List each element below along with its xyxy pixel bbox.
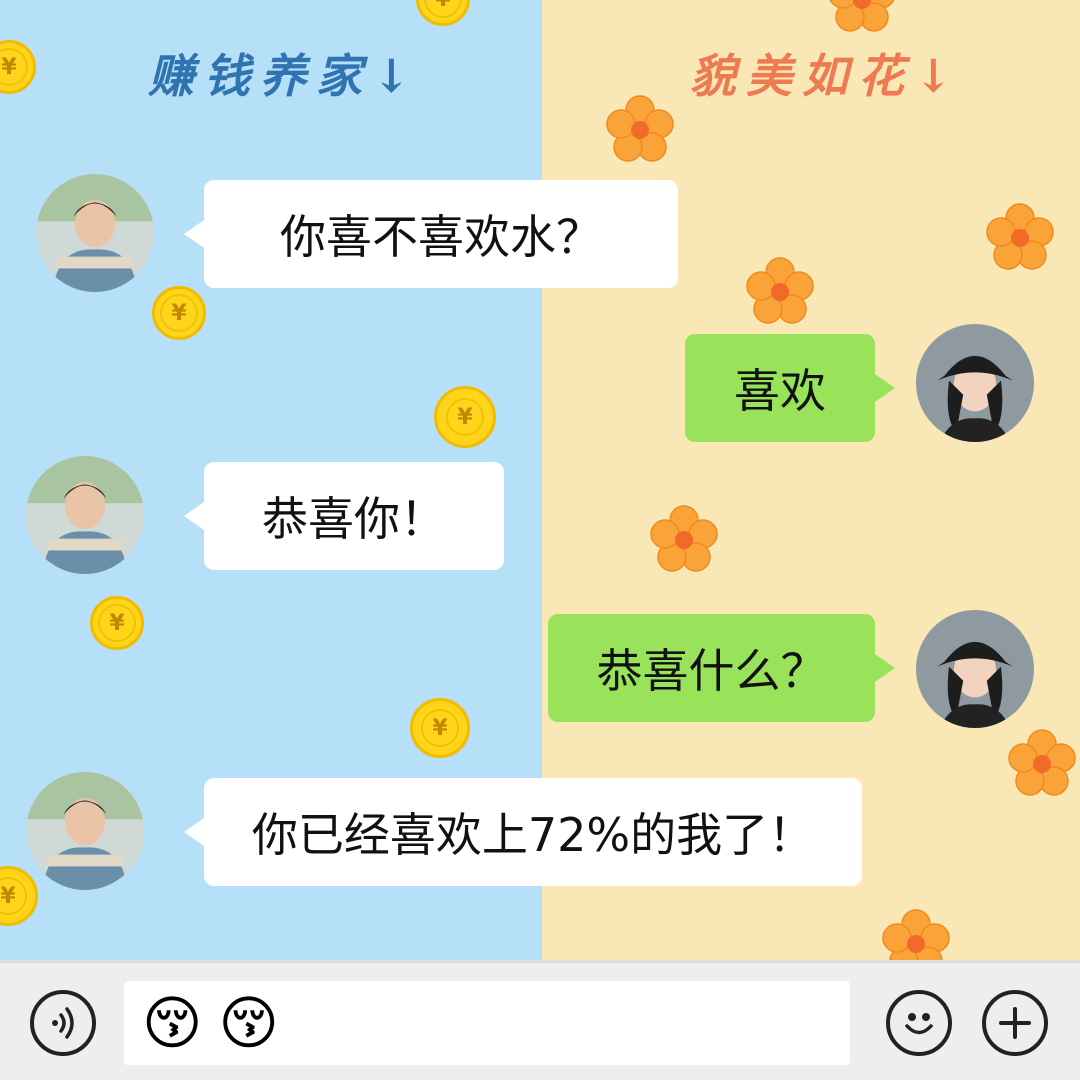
yuan-coin-icon: ¥ (90, 596, 144, 650)
message-text: 恭喜什么？ (596, 644, 827, 698)
message-text: 你已经喜欢上72%的我了！ (251, 808, 815, 862)
message-bubble[interactable]: 你喜不喜欢水？ (184, 180, 678, 288)
orange-flower-icon (606, 95, 674, 162)
orange-flower-icon (650, 505, 718, 572)
message-bubble[interactable]: 恭喜什么？ (548, 614, 895, 722)
chat-input-bar: 😚 😚 (0, 960, 1080, 1080)
kissing-emoji: 😚 (218, 989, 279, 1057)
smiley-icon[interactable] (886, 990, 952, 1056)
yuan-coin-icon: ¥ (410, 698, 470, 758)
message-text: 喜欢 (734, 364, 826, 418)
orange-flower-icon (1008, 729, 1076, 796)
avatar-girl[interactable] (916, 610, 1034, 728)
boy-avatar-image (36, 174, 154, 292)
plus-icon[interactable] (982, 990, 1048, 1056)
orange-flower-icon (986, 203, 1054, 270)
orange-flower-icon (746, 257, 814, 324)
right-header-title: 貌美如花↓ (690, 49, 963, 103)
yuan-coin-icon: ¥ (434, 386, 496, 448)
yuan-coin-icon: ¥ (152, 286, 206, 340)
left-header-title: 赚钱养家↓ (148, 49, 421, 103)
avatar-boy[interactable] (26, 456, 144, 574)
boy-avatar-image (26, 456, 144, 574)
message-bubble[interactable]: 恭喜你！ (184, 462, 504, 570)
boy-avatar-image (26, 772, 144, 890)
avatar-boy[interactable] (26, 772, 144, 890)
avatar-boy[interactable] (36, 174, 154, 292)
avatar-girl[interactable] (916, 324, 1034, 442)
message-bubble[interactable]: 你已经喜欢上72%的我了！ (184, 778, 862, 886)
kissing-emoji: 😚 (142, 989, 203, 1057)
voice-icon[interactable] (30, 990, 96, 1056)
message-text: 你喜不喜欢水？ (280, 210, 602, 264)
orange-flower-icon (829, 0, 895, 32)
girl-avatar-image (916, 324, 1034, 442)
girl-avatar-image (916, 610, 1034, 728)
message-bubble[interactable]: 喜欢 (685, 334, 895, 442)
message-input[interactable]: 😚 😚 (124, 981, 850, 1065)
message-text: 恭喜你！ (262, 492, 446, 546)
